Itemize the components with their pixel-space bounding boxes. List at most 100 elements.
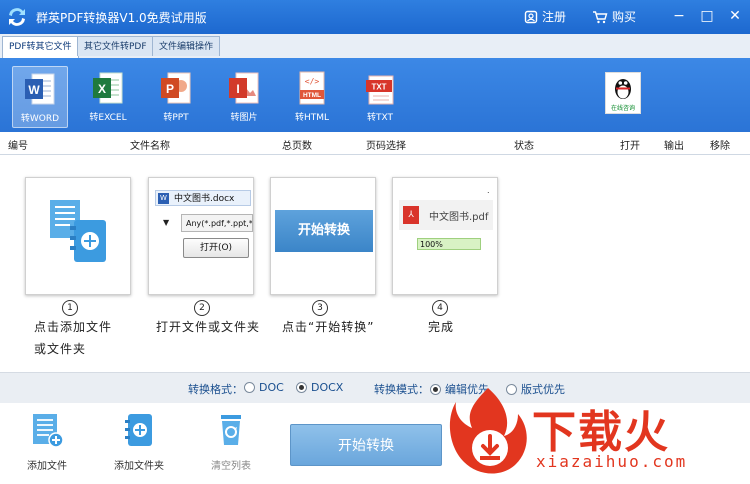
- word-icon: W: [158, 193, 169, 204]
- watermark: 下载火 xiazaihuo.com: [442, 382, 750, 484]
- col-file-name: 文件名称: [130, 141, 170, 152]
- trash-icon: [221, 415, 241, 445]
- guide-start-illustration: 开始转换: [275, 210, 373, 252]
- watermark-brand: 下载火: [532, 407, 670, 458]
- tab-pdf-to-other[interactable]: PDF转其它文件: [2, 36, 79, 58]
- file-list-header: 编号 文件名称 总页数 页码选择 状态 打开 输出 移除: [0, 132, 750, 155]
- cart-icon: [593, 10, 608, 23]
- html-icon: </> HTML: [299, 71, 325, 105]
- step-caption: 打开文件或文件夹: [156, 320, 261, 334]
- app-logo-icon: [9, 8, 25, 26]
- dialog-file-filter: Any(*.pdf,*.ppt,*: [181, 214, 253, 232]
- tool-to-image[interactable]: I 转图片: [216, 66, 272, 128]
- converted-file: ⅄ 中文图书.pdf: [399, 200, 493, 230]
- dialog-open-button: 打开(O): [183, 238, 249, 258]
- add-folder-button[interactable]: 添加文件夹: [104, 411, 174, 472]
- svg-text:TXT: TXT: [371, 83, 386, 92]
- step-number: 1: [62, 300, 78, 316]
- radio-doc[interactable]: [244, 382, 255, 393]
- format-docx-option[interactable]: DOCX: [296, 381, 343, 394]
- col-output: 输出: [664, 141, 684, 152]
- guide-card-start: 开始转换: [270, 177, 376, 295]
- txt-icon: TXT: [366, 75, 394, 105]
- title-bar: 群英PDF转换器V1.0免费试用版 注册 购买 − □ ✕: [0, 0, 750, 34]
- svg-text:</>: </>: [305, 77, 320, 86]
- svg-text:I: I: [236, 82, 239, 96]
- format-label: 转换格式：: [188, 383, 243, 396]
- svg-text:HTML: HTML: [303, 92, 321, 99]
- add-file-icon: [33, 414, 64, 448]
- dialog-file-name: W 中文图书.docx: [155, 190, 251, 206]
- tool-to-html-label: 转HTML: [294, 113, 330, 123]
- register-button[interactable]: 注册: [524, 8, 566, 25]
- tab-bar: PDF转其它文件 其它文件转PDF 文件编辑操作: [0, 34, 750, 59]
- guide-card-add-file: [25, 177, 131, 295]
- step-caption-line2: 或文件夹: [34, 342, 87, 356]
- tab-other-to-pdf[interactable]: 其它文件转PDF: [77, 36, 154, 56]
- step-caption: 点击“开始转换”: [282, 320, 375, 334]
- radio-edit-first[interactable]: [430, 383, 441, 395]
- add-folder-label: 添加文件夹: [114, 461, 164, 472]
- qq-penguin-icon: [615, 79, 631, 99]
- guide-card-open-dialog: W 中文图书.docx ▼ Any(*.pdf,*.ppt,* 打开(O): [148, 177, 254, 295]
- word-icon: W: [25, 73, 55, 105]
- add-file-button[interactable]: 添加文件: [12, 411, 82, 472]
- add-folder-icon: [125, 414, 152, 446]
- clear-list-label: 清空列表: [211, 461, 251, 472]
- register-icon: [524, 10, 538, 23]
- mode-label: 转换模式：: [374, 383, 429, 396]
- excel-icon: X: [93, 72, 123, 104]
- register-label: 注册: [542, 10, 567, 24]
- tool-to-word[interactable]: W 转WORD: [12, 66, 68, 128]
- app-title: 群英PDF转换器V1.0免费试用版: [36, 11, 207, 25]
- progress-bar: 100%: [417, 238, 481, 250]
- step-number: 2: [194, 300, 210, 316]
- col-status: 状态: [514, 141, 534, 152]
- svg-text:P: P: [166, 82, 174, 96]
- format-docx-label: DOCX: [311, 381, 344, 394]
- tool-to-ppt[interactable]: P 转PPT: [148, 66, 204, 128]
- clear-list-button[interactable]: 清空列表: [196, 411, 266, 472]
- format-doc-label: DOC: [259, 381, 284, 394]
- tool-to-excel[interactable]: X 转EXCEL: [80, 66, 136, 128]
- add-file-label: 添加文件: [27, 461, 67, 472]
- online-consult-button[interactable]: 在线咨询: [605, 72, 641, 114]
- step-number: 3: [312, 300, 328, 316]
- col-page-select: 页码选择: [366, 141, 406, 152]
- buy-button[interactable]: 购买: [592, 8, 636, 25]
- tool-to-image-label: 转图片: [230, 113, 258, 123]
- tab-file-edit[interactable]: 文件编辑操作: [152, 36, 221, 56]
- step-caption: 完成: [428, 320, 455, 334]
- tool-to-txt-label: 转TXT: [366, 113, 393, 123]
- pdf-icon: ⅄: [403, 206, 419, 224]
- image-icon: I: [229, 72, 259, 104]
- ppt-icon: P: [161, 72, 191, 104]
- converted-file-name: 中文图书.pdf: [429, 212, 489, 223]
- guide-card-done: . ⅄ 中文图书.pdf 100%: [392, 177, 498, 295]
- maximize-button[interactable]: □: [696, 6, 718, 26]
- close-button[interactable]: ✕: [724, 6, 746, 26]
- watermark-domain: xiazaihuo.com: [536, 452, 688, 471]
- col-total-pages: 总页数: [282, 141, 312, 152]
- step-number: 4: [432, 300, 448, 316]
- dialog-file-name-text: 中文图书.docx: [174, 194, 235, 204]
- format-doc-option[interactable]: DOC: [244, 381, 284, 394]
- tool-to-word-label: 转WORD: [20, 114, 60, 124]
- buy-label: 购买: [612, 10, 637, 24]
- decor-dot: .: [487, 186, 490, 195]
- tool-to-ppt-label: 转PPT: [163, 113, 189, 123]
- tool-to-excel-label: 转EXCEL: [89, 113, 127, 123]
- col-open: 打开: [620, 141, 640, 152]
- caret-down-icon: ▼: [163, 218, 170, 227]
- svg-text:X: X: [98, 82, 106, 96]
- online-consult-label: 在线咨询: [610, 105, 635, 112]
- radio-docx[interactable]: [296, 382, 307, 393]
- svg-text:W: W: [28, 83, 40, 97]
- minimize-button[interactable]: −: [668, 6, 690, 26]
- tool-to-html[interactable]: </> HTML 转HTML: [284, 66, 340, 128]
- start-convert-button[interactable]: 开始转换: [290, 424, 442, 466]
- add-file-icon: [50, 200, 106, 262]
- col-remove: 移除: [710, 141, 730, 152]
- tool-to-txt[interactable]: TXT 转TXT: [352, 66, 408, 128]
- step-caption: 点击添加文件: [34, 320, 113, 334]
